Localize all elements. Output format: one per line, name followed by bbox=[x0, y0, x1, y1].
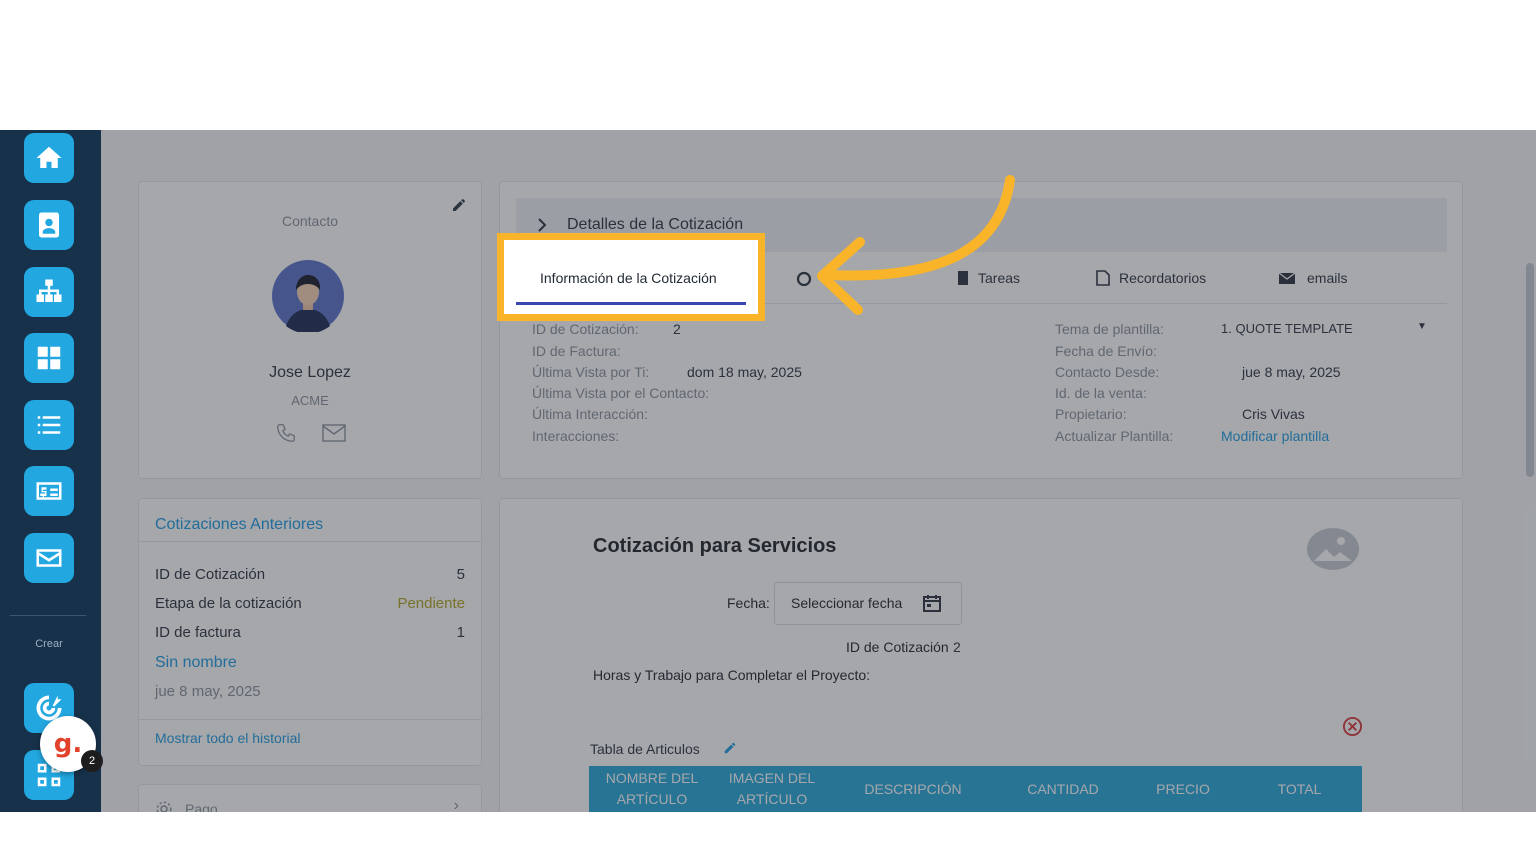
contact-name[interactable]: Jose Lopez bbox=[139, 364, 481, 382]
curved-arrow-icon bbox=[817, 175, 1015, 315]
email-icon[interactable] bbox=[322, 423, 346, 443]
info-label-contact-viewed: Última Vista por el Contacto: bbox=[532, 385, 710, 401]
chevron-right-icon: › bbox=[453, 797, 459, 812]
tab-emails[interactable]: emails bbox=[1307, 270, 1347, 286]
quote-id-value: 2 bbox=[953, 639, 961, 655]
quote-document-card: Cotización para Servicios Fecha: Selecci… bbox=[499, 498, 1463, 812]
quote-document-title[interactable]: Cotización para Servicios bbox=[593, 535, 836, 558]
column-header-quantity[interactable]: CANTIDAD bbox=[997, 766, 1129, 812]
date-label: Fecha: bbox=[727, 595, 770, 611]
chat-bubble-letter: g. bbox=[53, 729, 83, 759]
mail-icon[interactable] bbox=[24, 533, 74, 583]
payment-label: Pago bbox=[185, 801, 218, 812]
column-header-total[interactable]: TOTAL bbox=[1237, 766, 1362, 812]
chevron-right-icon[interactable] bbox=[536, 218, 548, 232]
gear-icon bbox=[156, 801, 172, 812]
details-header-title: Detalles de la Cotización bbox=[567, 216, 744, 233]
app-screenshot: Crear g. 2 Contacto Jose Lopez ACME Coti… bbox=[0, 130, 1536, 812]
prev-quote-label-id: ID de Cotización bbox=[155, 566, 266, 583]
tab-quote-info[interactable]: Información de la Cotización bbox=[540, 270, 717, 286]
info-value-owner: Cris Vivas bbox=[1242, 406, 1305, 422]
tab-reminders[interactable]: Recordatorios bbox=[1119, 270, 1206, 286]
dashboard-icon[interactable] bbox=[24, 333, 74, 383]
sidebar: Crear g. 2 bbox=[0, 130, 103, 812]
phone-icon[interactable] bbox=[275, 422, 297, 444]
column-header-price[interactable]: PRECIO bbox=[1129, 766, 1237, 812]
column-header-description[interactable]: DESCRIPCIÓN bbox=[829, 766, 997, 812]
scrollbar[interactable] bbox=[1526, 263, 1534, 477]
list-icon[interactable] bbox=[24, 400, 74, 450]
info-value-contact-since: jue 8 may, 2025 bbox=[1242, 364, 1341, 380]
info-label-update-template: Actualizar Plantilla: bbox=[1055, 428, 1174, 444]
info-value-quote-id: 2 bbox=[673, 321, 681, 337]
prev-quote-value-stage: Pendiente bbox=[397, 595, 465, 612]
info-label-interactions: Interacciones: bbox=[532, 428, 620, 444]
divider bbox=[139, 541, 481, 542]
modify-template-link[interactable]: Modificar plantilla bbox=[1221, 428, 1329, 444]
document-icon bbox=[1096, 270, 1110, 286]
info-label-last-viewed: Última Vista por Ti: bbox=[532, 364, 650, 380]
info-value-last-viewed: dom 18 may, 2025 bbox=[687, 364, 802, 380]
template-select[interactable]: 1. QUOTE TEMPLATE bbox=[1221, 321, 1353, 336]
prev-quote-value-id: 5 bbox=[456, 566, 465, 583]
previous-quotes-title: Cotizaciones Anteriores bbox=[155, 516, 324, 533]
info-label-owner: Propietario: bbox=[1055, 406, 1127, 422]
column-header-line: ARTÍCULO bbox=[616, 791, 688, 807]
org-chart-icon[interactable] bbox=[24, 267, 74, 317]
contact-heading: Contacto bbox=[281, 213, 339, 229]
info-label-invoice-id: ID de Factura: bbox=[532, 343, 621, 359]
info-label-send-date: Fecha de Envío: bbox=[1055, 343, 1157, 359]
hours-work-label[interactable]: Horas y Trabajo para Completar el Proyec… bbox=[593, 667, 870, 683]
items-table-header: NOMBRE DEL ARTÍCULO IMAGEN DEL ARTÍCULO DE… bbox=[589, 766, 1362, 812]
divider bbox=[139, 719, 481, 720]
date-picker[interactable]: Seleccionar fecha bbox=[774, 582, 962, 625]
notification-badge: 2 bbox=[81, 750, 103, 772]
info-label-last-interaction: Última Interacción: bbox=[532, 406, 648, 422]
avatar bbox=[272, 260, 344, 332]
quote-id-label: ID de Cotización bbox=[846, 639, 949, 655]
prev-quote-name-link[interactable]: Sin nombre bbox=[155, 654, 237, 672]
edit-pencil-icon[interactable] bbox=[451, 197, 467, 213]
calendar-icon bbox=[923, 595, 941, 612]
column-header-item-name[interactable]: NOMBRE DEL ARTÍCULO bbox=[589, 766, 715, 812]
column-header-item-image[interactable]: IMAGEN DEL ARTÍCULO bbox=[715, 766, 829, 812]
column-header-line: NOMBRE DEL bbox=[605, 770, 699, 786]
show-all-history-link[interactable]: Mostrar todo el historial bbox=[155, 730, 301, 746]
chevron-down-icon[interactable]: ▼ bbox=[1417, 321, 1427, 332]
contact-card-icon[interactable] bbox=[24, 200, 74, 250]
info-label-sale-id: Id. de la venta: bbox=[1055, 385, 1147, 401]
prev-quote-date: jue 8 may, 2025 bbox=[155, 683, 261, 700]
image-placeholder-icon[interactable] bbox=[1306, 527, 1360, 571]
highlight-frame: Información de la Cotización bbox=[497, 233, 765, 321]
contact-card: Contacto Jose Lopez ACME bbox=[138, 181, 482, 479]
info-label-template: Tema de plantilla: bbox=[1055, 321, 1164, 337]
previous-quotes-card: Cotizaciones Anteriores ID de Cotización… bbox=[138, 498, 482, 766]
envelope-icon bbox=[1278, 272, 1296, 284]
sidebar-create-label: Crear bbox=[35, 638, 63, 650]
sidebar-divider bbox=[10, 615, 86, 616]
home-icon[interactable] bbox=[24, 133, 74, 183]
close-circle-icon[interactable] bbox=[1342, 716, 1363, 737]
contact-company: ACME bbox=[291, 393, 329, 408]
prev-quote-label-invoice: ID de factura bbox=[155, 624, 241, 641]
payment-card[interactable]: Pago › bbox=[138, 784, 482, 812]
invoice-icon[interactable] bbox=[24, 466, 74, 516]
info-label-quote-id: ID de Cotización: bbox=[532, 321, 639, 337]
date-picker-placeholder: Seleccionar fecha bbox=[791, 595, 903, 611]
prev-quote-value-invoice: 1 bbox=[456, 624, 465, 641]
column-header-line: ARTÍCULO bbox=[736, 791, 808, 807]
edit-pencil-icon[interactable] bbox=[723, 741, 737, 755]
prev-quote-label-stage: Etapa de la cotización bbox=[155, 595, 302, 612]
column-header-line: IMAGEN DEL bbox=[728, 770, 816, 786]
items-table-label: Tabla de Articulos bbox=[590, 741, 700, 757]
info-label-contact-since: Contacto Desde: bbox=[1055, 364, 1160, 380]
active-tab-underline bbox=[516, 302, 746, 305]
